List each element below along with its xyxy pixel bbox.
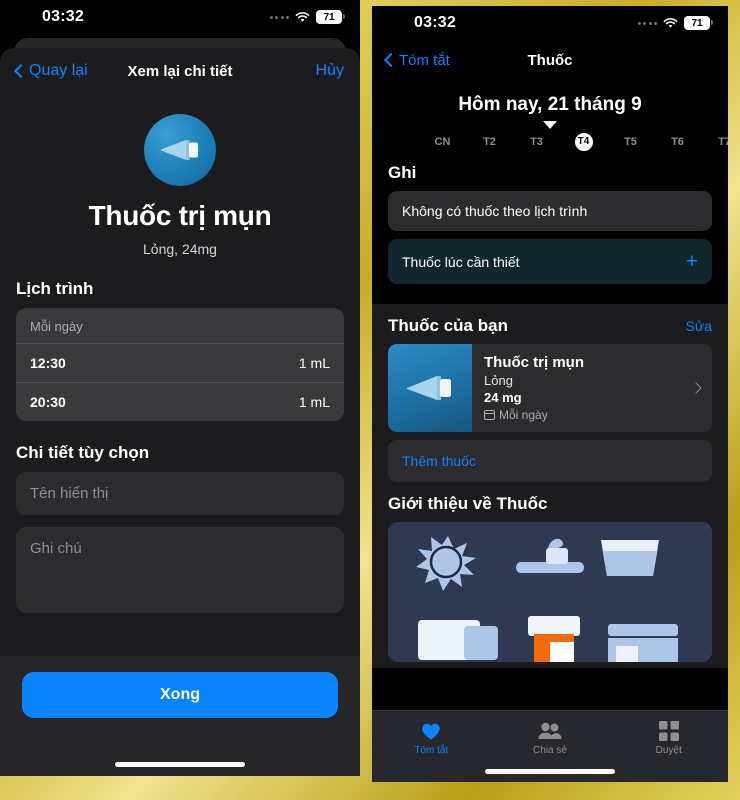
status-time: 03:32 <box>42 8 84 25</box>
chevron-left-icon <box>13 63 29 79</box>
day-cell-t3[interactable]: T3 <box>513 133 560 151</box>
day-label: T4 <box>574 133 593 151</box>
day-cell-t7[interactable]: T7 <box>701 133 728 151</box>
optional-section-title: Chi tiết tùy chọn <box>16 443 150 462</box>
day-label: T5 <box>624 136 637 148</box>
tab-sharing-label: Chia sẻ <box>533 745 567 756</box>
schedule-time: 12:30 <box>30 355 66 371</box>
list-item[interactable]: Thuốc trị mụn Lỏng 24 mg Mỗi ngày <box>388 344 712 432</box>
table-row[interactable]: 20:30 1 mL <box>16 382 344 421</box>
selected-date-label[interactable]: Hôm nay, 21 tháng 9 <box>372 94 728 116</box>
edit-button[interactable]: Sửa <box>686 318 713 334</box>
day-label: T3 <box>530 136 543 148</box>
signal-dots-icon <box>637 21 657 25</box>
done-button[interactable]: Xong <box>22 672 338 718</box>
no-scheduled-meds-card: Không có thuốc theo lịch trình <box>388 191 712 231</box>
home-indicator[interactable] <box>115 762 245 767</box>
schedule-frequency: Mỗi ngày <box>30 319 83 334</box>
back-button-label: Quay lại <box>29 62 88 79</box>
medication-subtitle: Lỏng, 24mg <box>143 241 217 257</box>
screenshot-root: 03:32 71 Quay lại Xem lại chi tiết Hủy T… <box>0 0 740 800</box>
medication-schedule: Mỗi ngày <box>484 408 680 422</box>
medication-name: Thuốc trị mụn <box>88 200 272 231</box>
battery-icon: 71 <box>684 16 713 30</box>
medication-tube-icon <box>144 114 216 186</box>
grid-icon <box>609 719 728 743</box>
sheet-nav-bar: Quay lại Xem lại chi tiết Hủy <box>0 48 360 94</box>
day-cell-cn[interactable]: CN <box>419 133 466 151</box>
date-header-section: Tóm tắt Thuốc Hôm nay, 21 tháng 9 CN T2 … <box>372 40 728 304</box>
meds-section-title: Thuốc của bạn Sửa <box>372 304 728 344</box>
chevron-right-icon <box>690 382 702 394</box>
status-bar-right: 03:32 71 <box>372 6 728 40</box>
as-needed-meds-card[interactable]: Thuốc lúc cần thiết + <box>388 239 712 284</box>
tab-summary-label: Tóm tắt <box>414 745 449 756</box>
tab-browse-label: Duyệt <box>655 745 682 756</box>
calendar-icon <box>484 410 495 420</box>
about-section-label: Giới thiệu về Thuốc <box>388 494 548 513</box>
schedule-time: 20:30 <box>30 394 66 410</box>
page-title: Thuốc <box>527 51 573 69</box>
caret-down-icon[interactable] <box>543 121 557 129</box>
day-label <box>372 133 419 151</box>
day-selector[interactable]: CN T2 T3 T4 T5 T6 T7 <box>372 129 728 151</box>
tab-summary[interactable]: Tóm tắt <box>372 719 491 756</box>
people-icon <box>491 719 610 743</box>
schedule-section-title: Lịch trình <box>16 279 94 298</box>
schedule-dose: 1 mL <box>298 355 330 371</box>
schedule-dose: 1 mL <box>298 394 330 410</box>
sheet-footer: Xong <box>0 656 360 776</box>
day-label: T6 <box>671 136 684 148</box>
heart-icon <box>372 719 491 743</box>
nav-bar: Tóm tắt Thuốc <box>372 40 728 80</box>
as-needed-label: Thuốc lúc cần thiết <box>402 253 520 270</box>
tab-bar: Tóm tắt Chia sẻ Duyệt <box>372 710 728 782</box>
wifi-icon <box>295 11 310 23</box>
battery-level: 71 <box>691 17 703 29</box>
review-details-sheet: Quay lại Xem lại chi tiết Hủy Thuốc trị … <box>0 48 360 776</box>
medication-strength: 24 mg <box>484 390 522 405</box>
medication-form: Lỏng <box>484 373 513 388</box>
cancel-button[interactable]: Hủy <box>316 62 344 80</box>
signal-dots-icon <box>269 15 289 19</box>
status-bar-left: 03:32 71 <box>0 0 360 34</box>
day-label: CN <box>434 136 451 148</box>
log-section-title: Ghi <box>372 151 728 191</box>
battery-icon: 71 <box>316 10 345 24</box>
tab-browse[interactable]: Duyệt <box>609 719 728 756</box>
medication-name: Thuốc trị mụn <box>484 354 584 371</box>
status-indicators: 71 <box>269 10 345 24</box>
medication-tube-icon <box>388 344 472 432</box>
wifi-icon <box>663 17 678 29</box>
about-section-title: Giới thiệu về Thuốc <box>372 482 728 522</box>
left-phone-panel: 03:32 71 Quay lại Xem lại chi tiết Hủy T… <box>0 0 360 776</box>
battery-level: 71 <box>323 11 335 23</box>
note-input[interactable]: Ghi chú <box>16 527 344 613</box>
day-cell-t2[interactable]: T2 <box>466 133 513 151</box>
day-cell[interactable] <box>372 133 419 151</box>
schedule-card: Mỗi ngày 12:30 1 mL 20:30 1 mL <box>16 308 344 421</box>
home-indicator[interactable] <box>485 769 615 774</box>
day-cell-t5[interactable]: T5 <box>607 133 654 151</box>
log-section-label: Ghi <box>388 163 417 182</box>
day-cell-t6[interactable]: T6 <box>654 133 701 151</box>
tab-sharing[interactable]: Chia sẻ <box>491 719 610 756</box>
your-meds-section: Thuốc của bạn Sửa Thuốc trị mụn Lỏng 24 … <box>372 304 728 668</box>
right-phone-panel: 03:32 71 Tóm tắt Thuốc Hôm nay, 21 tháng… <box>372 6 728 782</box>
table-row[interactable]: 12:30 1 mL <box>16 343 344 382</box>
plus-icon[interactable]: + <box>686 251 698 272</box>
day-cell-t4-selected[interactable]: T4 <box>560 133 607 151</box>
medication-schedule-label: Mỗi ngày <box>499 408 548 422</box>
add-medication-button[interactable]: Thêm thuốc <box>388 440 712 482</box>
day-label: T7 <box>718 136 728 148</box>
status-time: 03:32 <box>414 14 456 31</box>
meds-section-label: Thuốc của bạn <box>388 316 508 335</box>
day-label: T2 <box>483 136 496 148</box>
back-button[interactable]: Quay lại <box>13 62 88 80</box>
medication-info: Thuốc trị mụn Lỏng 24 mg Mỗi ngày <box>472 344 692 432</box>
medication-illustration[interactable] <box>388 522 712 662</box>
display-name-input[interactable]: Tên hiển thị <box>16 472 344 515</box>
status-indicators: 71 <box>637 16 713 30</box>
medication-hero: Thuốc trị mụn Lỏng, 24mg <box>0 94 360 257</box>
